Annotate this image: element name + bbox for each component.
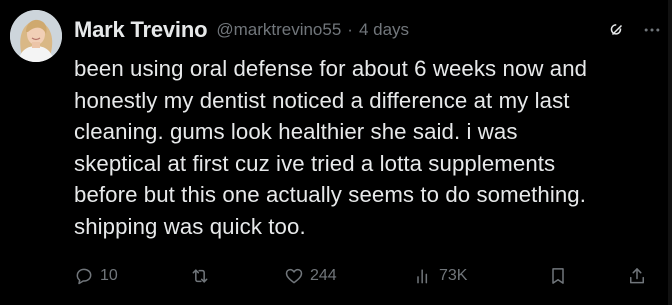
like-count: 244 — [310, 267, 337, 284]
tweet-text-line: shipping was quick too. — [74, 213, 306, 239]
like-button[interactable]: 244 — [284, 263, 337, 289]
action-bar: 10 244 73K — [74, 263, 654, 289]
timestamp[interactable]: 4 days — [359, 20, 409, 40]
grok-icon[interactable] — [608, 21, 626, 39]
retweet-button[interactable] — [190, 263, 210, 289]
tweet-text-line: been using oral defense for about 6 week… — [74, 56, 588, 81]
tweet-text-line: before but this one actually seems to do… — [74, 182, 587, 207]
tweet-card[interactable]: Mark Trevino @marktrevino55 · 4 days bee… — [0, 0, 672, 305]
author-handle[interactable]: @marktrevino55 — [216, 20, 341, 40]
reply-count: 10 — [100, 267, 118, 284]
bookmark-icon — [548, 266, 568, 286]
tweet-text-line: cleaning. gums look healthier she said. … — [74, 119, 518, 144]
share-button[interactable] — [627, 263, 647, 289]
header-actions — [608, 20, 662, 40]
author-name[interactable]: Mark Trevino — [74, 17, 208, 43]
heart-icon — [284, 266, 304, 286]
views-icon — [413, 266, 433, 286]
views-button[interactable]: 73K — [413, 263, 467, 289]
share-icon — [627, 266, 647, 286]
reply-button[interactable]: 10 — [74, 263, 118, 289]
views-count: 73K — [439, 267, 468, 284]
tweet-text-line: honestly my dentist noticed a difference… — [74, 87, 570, 113]
avatar[interactable] — [10, 10, 62, 62]
tweet-header: Mark Trevino @marktrevino55 · 4 days — [74, 14, 662, 46]
tweet-text: been using oral defense for about 6 week… — [74, 53, 670, 242]
bookmark-button[interactable] — [548, 263, 568, 289]
scrollbar[interactable] — [668, 0, 672, 305]
tweet-text-line: skeptical at first cuz ive tried a lotta… — [74, 150, 556, 176]
more-icon[interactable] — [642, 20, 662, 40]
separator-dot: · — [347, 20, 353, 39]
retweet-icon — [190, 266, 210, 286]
reply-icon — [74, 266, 94, 286]
